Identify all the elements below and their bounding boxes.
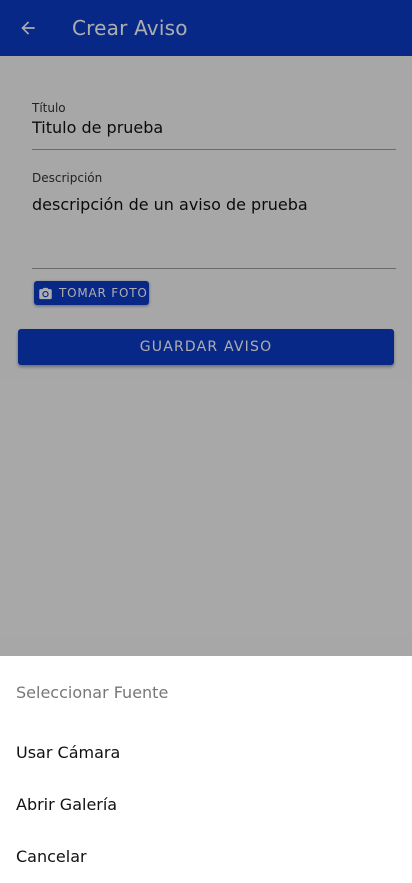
bottom-sheet: Seleccionar Fuente Usar Cámara Abrir Gal…: [0, 656, 412, 883]
use-camera-option[interactable]: Usar Cámara: [0, 726, 412, 778]
cancel-option[interactable]: Cancelar: [0, 830, 412, 882]
sheet-title: Seleccionar Fuente: [16, 683, 169, 702]
open-gallery-option[interactable]: Abrir Galería: [0, 778, 412, 830]
modal-scrim[interactable]: [0, 0, 412, 656]
